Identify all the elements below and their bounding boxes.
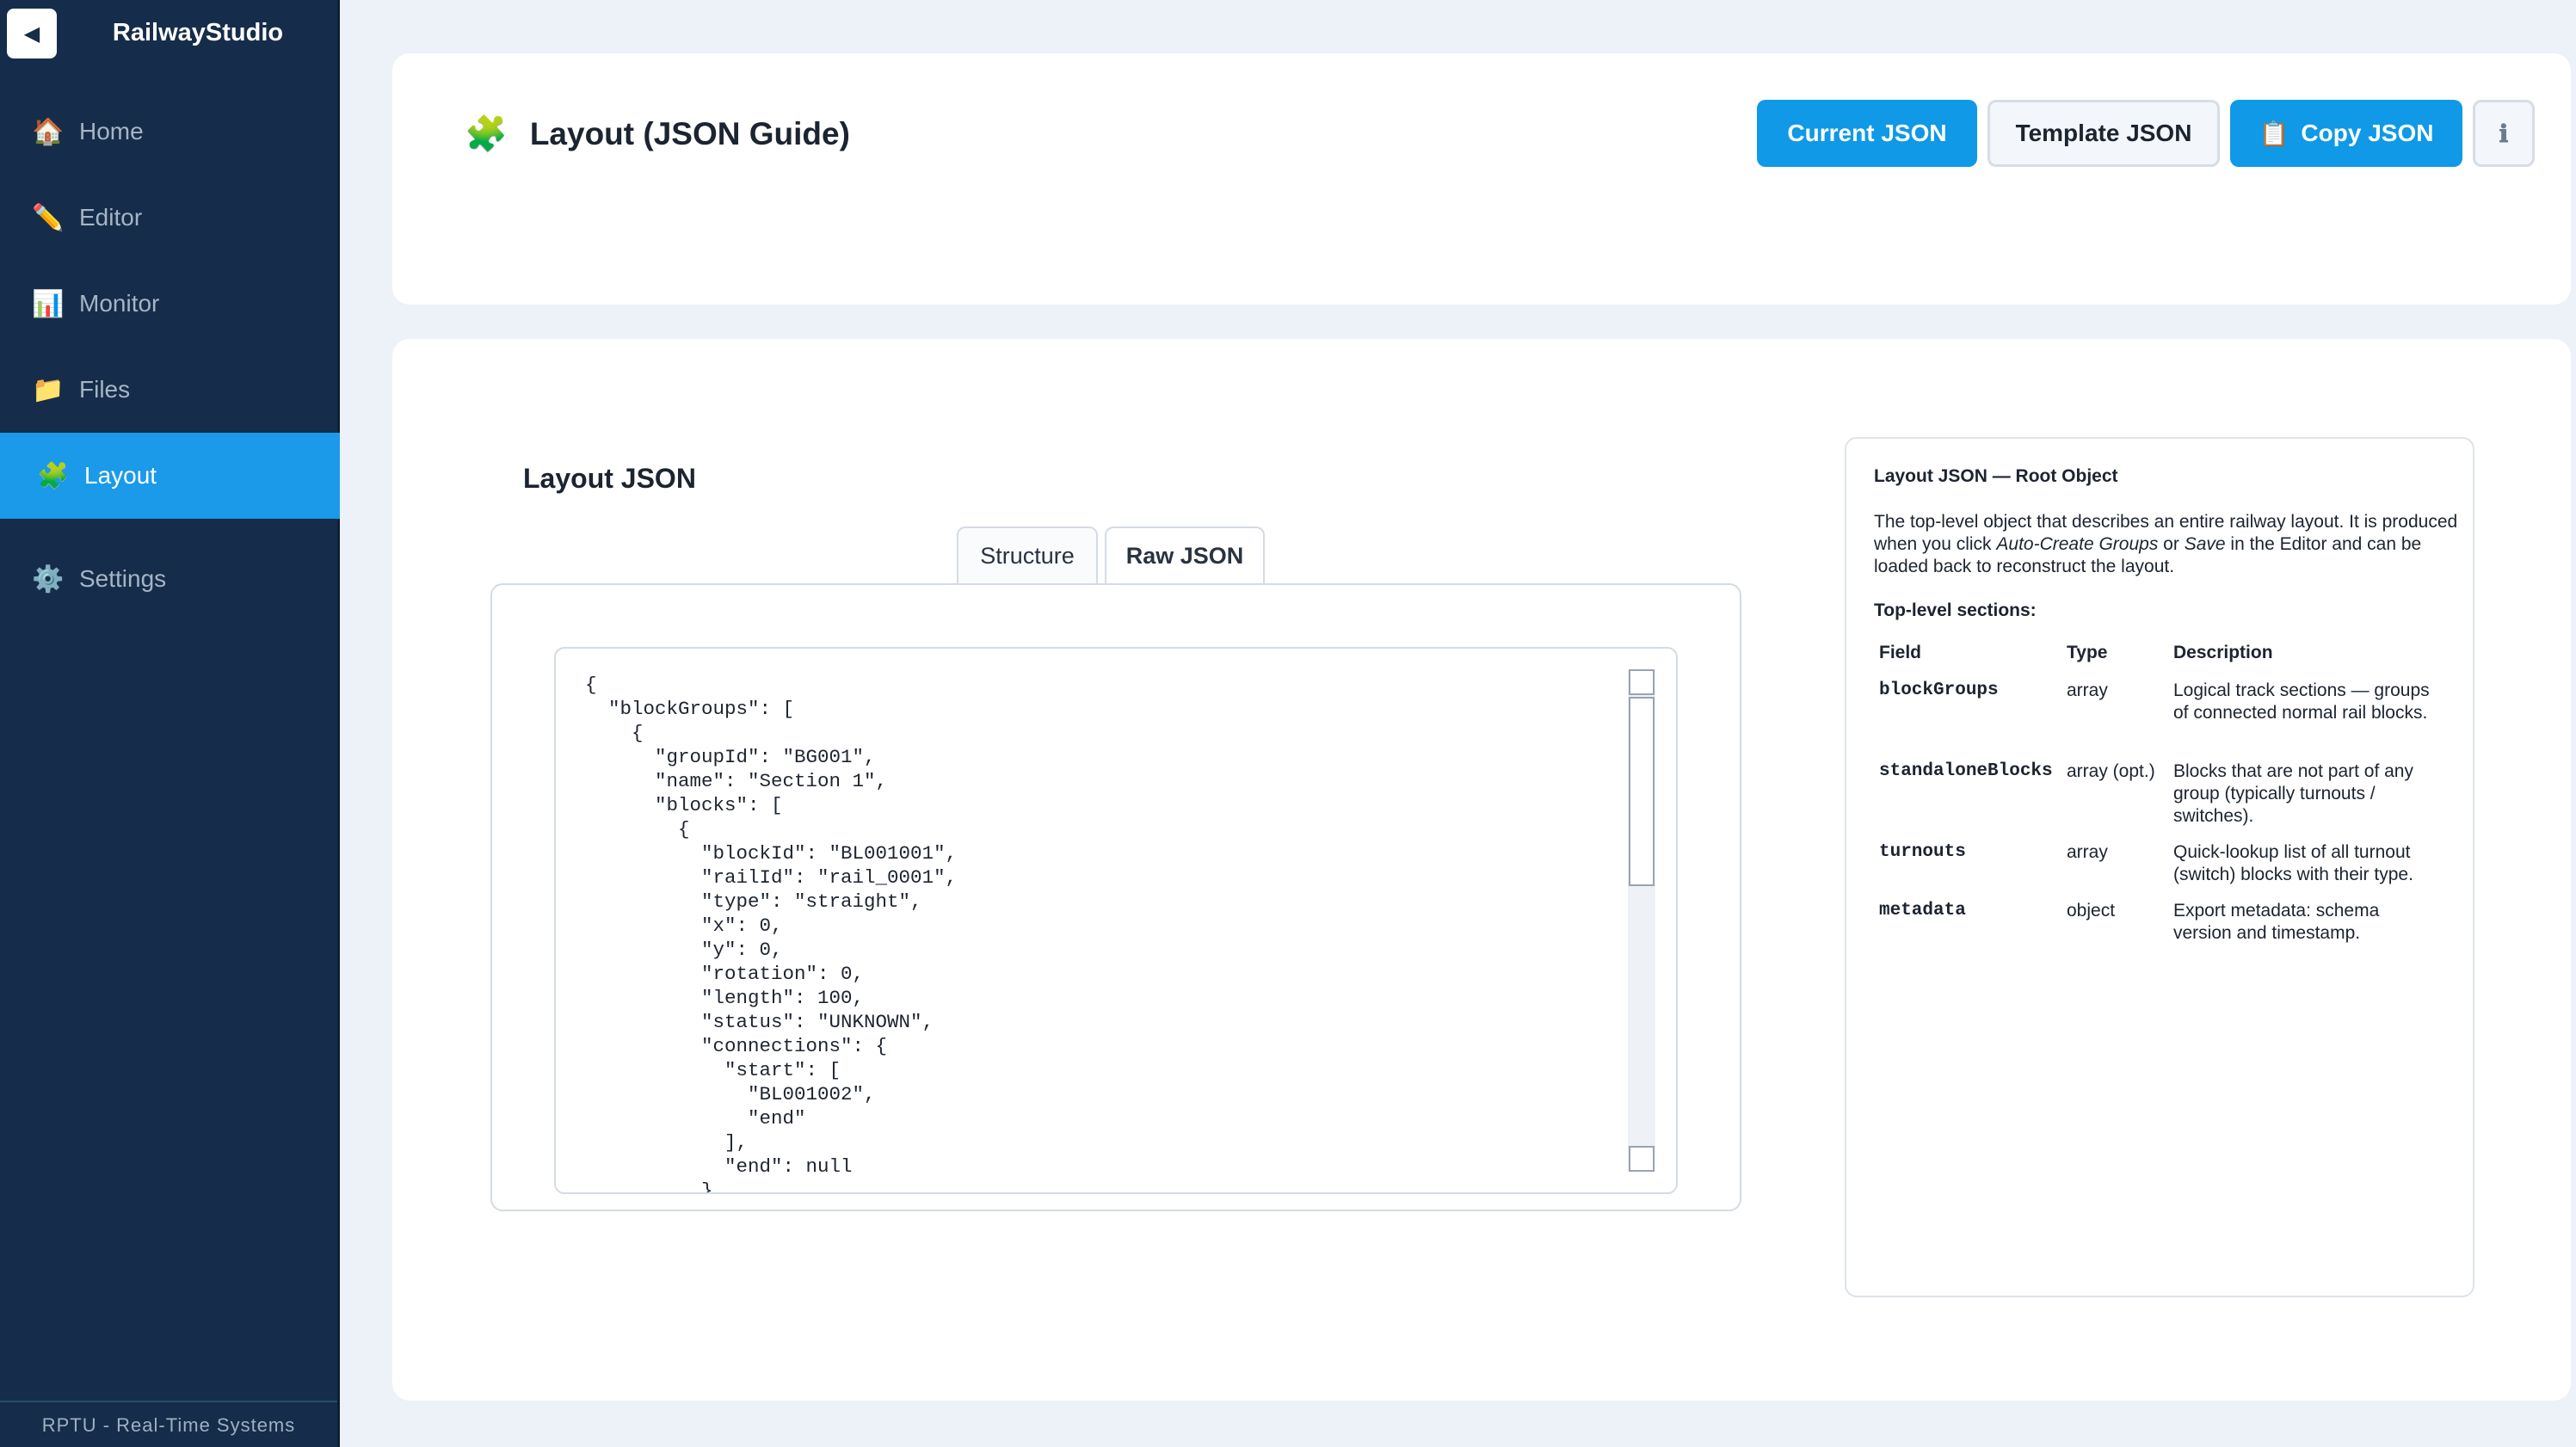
- field-name: metadata: [1879, 901, 1966, 921]
- info-icon: ℹ: [2499, 120, 2509, 147]
- page-title: 🧩 Layout (JSON Guide): [465, 114, 850, 154]
- field-type: array (opt.): [2067, 761, 2155, 781]
- collapse-sidebar-button[interactable]: ◀: [7, 9, 57, 58]
- sidebar-item-label: Home: [79, 118, 144, 145]
- puzzle-icon: 🧩: [37, 461, 70, 490]
- json-code-box[interactable]: { "blockGroups": [ { "groupId": "BG001",…: [554, 647, 1678, 1194]
- docs-sections-label: Top-level sections:: [1874, 600, 2037, 620]
- field-type: array: [2067, 680, 2108, 700]
- sidebar-footer: RPTU - Real-Time Systems: [0, 1401, 337, 1447]
- sidebar-item-label: Layout: [84, 462, 157, 489]
- table-header: Field Type Description: [1879, 642, 2447, 680]
- column-header: Description: [2173, 643, 2273, 662]
- scroll-down-arrow[interactable]: [1629, 1146, 1655, 1172]
- field-name: blockGroups: [1879, 680, 1999, 700]
- field-description: Export metadata: schema version and time…: [2173, 901, 2380, 943]
- folder-icon: 📁: [32, 375, 65, 404]
- field-name: turnouts: [1879, 842, 1966, 862]
- sidebar-item-label: Editor: [79, 204, 143, 231]
- app-title: RailwayStudio: [112, 19, 284, 46]
- scroll-up-arrow[interactable]: [1629, 669, 1655, 695]
- intro-em: Save: [2184, 534, 2226, 554]
- column-header: Field: [1879, 643, 1922, 662]
- clipboard-icon: 📋: [2259, 120, 2289, 147]
- json-code: { "blockGroups": [ { "groupId": "BG001",…: [585, 674, 958, 1194]
- main-card: Layout JSON Structure Raw JSON { "blockG…: [392, 339, 2571, 1401]
- home-icon: 🏠: [32, 117, 65, 146]
- intro-text: or: [2158, 534, 2185, 554]
- scroll-thumb[interactable]: [1629, 697, 1655, 886]
- section-title: Layout JSON: [523, 463, 696, 494]
- tab-raw-json[interactable]: Raw JSON: [1105, 526, 1265, 583]
- sidebar-item-settings[interactable]: ⚙️ Settings: [0, 536, 340, 622]
- field-description: Blocks that are not part of any group (t…: [2173, 761, 2413, 826]
- field-description: Logical track sections — groups of conne…: [2173, 680, 2430, 723]
- table-row: blockGroups array Logical track sections…: [1879, 680, 2447, 760]
- table-row: turnouts array Quick-lookup list of all …: [1879, 841, 2447, 900]
- puzzle-icon: 🧩: [465, 115, 508, 153]
- copy-json-button[interactable]: 📋 Copy JSON: [2230, 100, 2462, 167]
- sidebar-item-editor[interactable]: ✏️ Editor: [0, 175, 340, 261]
- column-header: Type: [2067, 643, 2108, 662]
- gear-icon: ⚙️: [32, 564, 65, 594]
- info-button[interactable]: ℹ: [2473, 100, 2535, 167]
- header-card: 🧩 Layout (JSON Guide) Current JSON Templ…: [392, 53, 2571, 305]
- sidebar-item-files[interactable]: 📁 Files: [0, 347, 340, 433]
- code-scrollbar[interactable]: [1628, 669, 1655, 1172]
- sidebar-item-home[interactable]: 🏠 Home: [0, 89, 340, 175]
- intro-em: Auto-Create Groups: [1996, 534, 2159, 554]
- field-name: standaloneBlocks: [1879, 761, 2053, 781]
- page-title-text: Layout (JSON Guide): [529, 115, 850, 151]
- copy-json-label: Copy JSON: [2301, 120, 2434, 146]
- docs-panel: Layout JSON — Root Object The top-level …: [1845, 437, 2474, 1297]
- pencil-icon: ✏️: [32, 203, 65, 232]
- bar-chart-icon: 📊: [32, 289, 65, 318]
- field-type: array: [2067, 842, 2108, 862]
- fields-table: Field Type Description blockGroups array…: [1879, 642, 2447, 958]
- field-description: Quick-lookup list of all turnout (switch…: [2173, 842, 2413, 884]
- tab-panel: { "blockGroups": [ { "groupId": "BG001",…: [490, 583, 1741, 1211]
- chevron-left-icon: ◀: [23, 22, 40, 46]
- current-json-button[interactable]: Current JSON: [1757, 100, 1977, 167]
- sidebar: ◀ RailwayStudio 🏠 Home ✏️ Editor 📊 Monit…: [0, 0, 340, 1447]
- sidebar-item-label: Settings: [79, 565, 167, 592]
- sidebar-item-layout[interactable]: 🧩 Layout: [0, 433, 340, 519]
- sidebar-item-label: Files: [79, 376, 131, 403]
- template-json-button[interactable]: Template JSON: [1987, 100, 2220, 167]
- table-row: metadata object Export metadata: schema …: [1879, 900, 2447, 958]
- tab-structure[interactable]: Structure: [957, 526, 1098, 583]
- docs-title: Layout JSON — Root Object: [1874, 466, 2118, 486]
- table-row: standaloneBlocks array (opt.) Blocks tha…: [1879, 760, 2447, 841]
- field-type: object: [2067, 901, 2116, 921]
- sidebar-item-label: Monitor: [79, 290, 160, 317]
- sidebar-item-monitor[interactable]: 📊 Monitor: [0, 261, 340, 347]
- docs-intro: The top-level object that describes an e…: [1874, 511, 2459, 578]
